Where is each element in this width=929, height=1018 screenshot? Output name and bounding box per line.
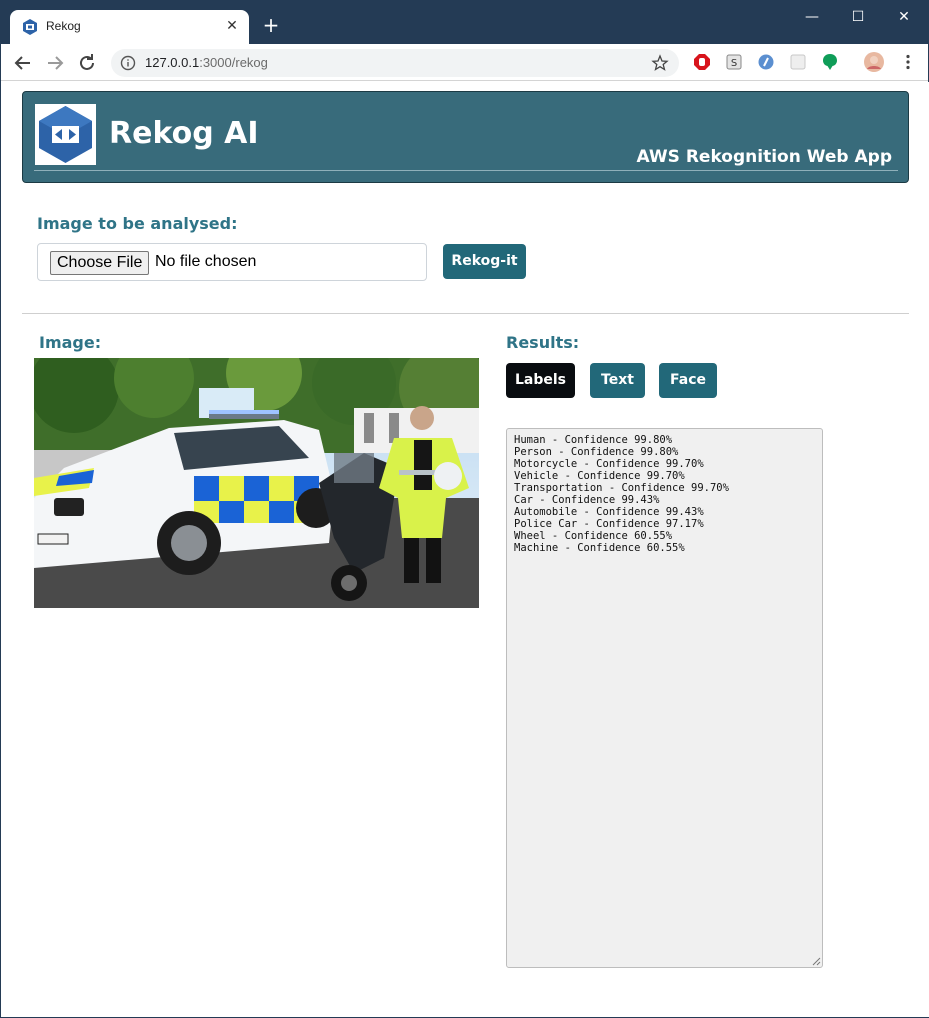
resize-grip-icon[interactable] [812, 957, 821, 966]
browser-tab[interactable]: Rekog ✕ [10, 10, 249, 44]
forward-arrow-icon[interactable] [43, 51, 67, 75]
browser-toolbar: 127.0.0.1:3000/rekog S [1, 44, 928, 81]
header-rule [34, 170, 898, 171]
new-tab-plus-icon[interactable]: + [261, 15, 281, 35]
tab-labels[interactable]: Labels [506, 363, 575, 398]
result-line: Human - Confidence 99.80% [514, 434, 673, 446]
file-status: No file chosen [155, 253, 257, 270]
window-close-icon[interactable]: ✕ [881, 5, 927, 29]
browser-window: Rekog ✕ + — ☐ ✕ 127.0.0.1:3000/rekog S R… [0, 0, 929, 1018]
title-bar: Rekog ✕ + — ☐ ✕ [1, 1, 928, 44]
bookmark-star-icon[interactable] [651, 54, 669, 72]
app-header: Rekog AI AWS Rekognition Web App [22, 91, 909, 183]
grey-extension-icon[interactable] [789, 53, 807, 71]
svg-text:S: S [731, 58, 737, 69]
result-line: Car - Confidence 99.43% [514, 494, 660, 506]
address-bar[interactable]: 127.0.0.1:3000/rekog [111, 49, 679, 77]
adblock-extension-icon[interactable] [693, 53, 711, 71]
url-text[interactable]: 127.0.0.1:3000/rekog [145, 55, 268, 70]
section-divider [22, 313, 909, 314]
url-path: :3000/rekog [199, 55, 268, 70]
url-host: 127.0.0.1 [145, 55, 200, 70]
results-label: Results: [506, 333, 580, 352]
info-icon[interactable] [120, 55, 136, 71]
file-input[interactable]: Choose File No file chosen [37, 243, 427, 281]
result-line: Person - Confidence 99.80% [514, 446, 679, 458]
brand-subtitle: AWS Rekognition Web App [636, 147, 892, 167]
tab-close-icon[interactable]: ✕ [224, 17, 240, 35]
tab-text[interactable]: Text [590, 363, 645, 398]
result-line: Transportation - Confidence 99.70% [514, 482, 729, 494]
result-line: Police Car - Confidence 97.17% [514, 518, 704, 530]
page-content: Rekog AI AWS Rekognition Web App Image t… [2, 82, 929, 1017]
s-extension-icon[interactable]: S [725, 53, 743, 71]
rekog-logo-icon [35, 104, 96, 165]
profile-avatar-icon[interactable] [864, 52, 884, 72]
brand-title: Rekog AI [109, 116, 259, 151]
choose-file-button[interactable]: Choose File [50, 251, 150, 275]
green-extension-icon[interactable] [821, 53, 839, 71]
maximize-icon[interactable]: ☐ [835, 5, 881, 29]
result-line: Wheel - Confidence 60.55% [514, 530, 673, 542]
result-line: Motorcycle - Confidence 99.70% [514, 458, 704, 470]
result-line: Machine - Confidence 60.55% [514, 542, 685, 554]
result-line: Vehicle - Confidence 99.70% [514, 470, 685, 482]
menu-kebab-icon[interactable] [899, 53, 917, 71]
reload-icon[interactable] [75, 51, 99, 75]
result-line: Automobile - Confidence 99.43% [514, 506, 704, 518]
minimize-icon[interactable]: — [789, 5, 835, 29]
blue-extension-icon[interactable] [757, 53, 775, 71]
results-textarea[interactable]: Human - Confidence 99.80% Person - Confi… [506, 428, 823, 968]
upload-label: Image to be analysed: [37, 214, 238, 233]
tab-face[interactable]: Face [659, 363, 717, 398]
rekog-favicon-icon [23, 19, 37, 35]
image-label: Image: [39, 333, 102, 352]
analysed-photo [34, 358, 479, 608]
back-arrow-icon[interactable] [11, 51, 35, 75]
tab-title: Rekog [46, 19, 81, 33]
rekog-it-button[interactable]: Rekog-it [443, 244, 526, 279]
